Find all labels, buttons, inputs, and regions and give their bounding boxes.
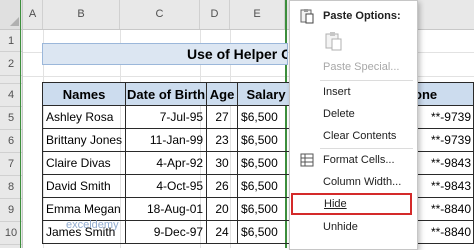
cell-salary[interactable]: $6,500 <box>237 128 296 152</box>
cell-name[interactable]: Emma Megan <box>41 197 127 221</box>
row-header-9[interactable]: 9 <box>0 199 22 222</box>
cell-name[interactable]: David Smith <box>41 174 127 198</box>
header-names[interactable]: Names <box>41 82 127 106</box>
row-header-6[interactable]: 6 <box>0 130 22 153</box>
row-header-10[interactable]: 10 <box>0 222 22 245</box>
column-header-b[interactable]: B <box>43 0 120 29</box>
cell-salary[interactable]: $6,500 <box>237 174 296 198</box>
column-header-e[interactable]: E <box>230 0 285 29</box>
cell-age[interactable]: 27 <box>206 105 239 129</box>
format-cells-item[interactable]: Format Cells... <box>290 149 415 171</box>
insert-item[interactable]: Insert <box>290 81 415 103</box>
table-row: Claire Divas 4-Apr-92 30 $6,500 <box>41 151 296 175</box>
cell-dob[interactable]: 9-Dec-97 <box>125 220 208 244</box>
cell-age[interactable]: 26 <box>206 174 239 198</box>
cell-salary[interactable]: $6,500 <box>237 197 296 221</box>
delete-item[interactable]: Delete <box>290 103 415 125</box>
row-header-4[interactable]: 4 <box>0 84 22 107</box>
salary-value: 6,500 <box>247 202 278 216</box>
cell-name[interactable]: Claire Divas <box>41 151 127 175</box>
cell-name[interactable]: Ashley Rosa <box>41 105 127 129</box>
clipboard-icon <box>299 8 315 24</box>
cell-dob[interactable]: 7-Jul-95 <box>125 105 208 129</box>
salary-value: 6,500 <box>247 179 278 193</box>
salary-value: 6,500 <box>247 133 278 147</box>
phone-column: one **-9739 **-9739 **-9843 **-9843 **-8840 *… <box>412 82 474 244</box>
row-header-7[interactable]: 7 <box>0 153 22 176</box>
cell-phone[interactable]: **-9739 <box>412 105 474 129</box>
hide-item[interactable]: Hide <box>291 193 412 215</box>
header-dob[interactable]: Date of Birth <box>125 82 208 106</box>
table-row: Brittany Jones 11-Jan-99 23 $6,500 <box>41 128 296 152</box>
row-header-1[interactable]: 1 <box>0 30 22 52</box>
cell-name[interactable]: Brittany Jones <box>41 128 127 152</box>
paste-options-label: Paste Options: <box>323 10 401 22</box>
header-age[interactable]: Age <box>206 82 239 106</box>
watermark-logo: exceldemy <box>66 219 119 231</box>
cell-age[interactable]: 23 <box>206 128 239 152</box>
salary-value: 6,500 <box>247 110 278 124</box>
cell-dob[interactable]: 4-Oct-95 <box>125 174 208 198</box>
paste-special-item[interactable]: Paste Special... <box>290 56 415 78</box>
row-header-8[interactable]: 8 <box>0 176 22 199</box>
cell-phone[interactable]: **-9843 <box>412 151 474 175</box>
cell-dob[interactable]: 18-Aug-01 <box>125 197 208 221</box>
currency-symbol: $ <box>241 156 248 170</box>
salary-value: 6,500 <box>247 156 278 170</box>
cell-salary[interactable]: $6,500 <box>237 151 296 175</box>
table-row: **-9843 <box>412 174 474 198</box>
cell-phone[interactable]: **-9739 <box>412 128 474 152</box>
column-header-d[interactable]: D <box>200 0 230 29</box>
cell-age[interactable]: 30 <box>206 151 239 175</box>
currency-symbol: $ <box>241 225 248 239</box>
format-cells-label: Format Cells... <box>323 154 395 166</box>
clear-contents-item[interactable]: Clear Contents <box>290 125 415 147</box>
column-width-item[interactable]: Column Width... <box>290 171 415 193</box>
cell-dob[interactable]: 4-Apr-92 <box>125 151 208 175</box>
table-row: **-9739 <box>412 128 474 152</box>
cell-phone[interactable]: **-8840 <box>412 197 474 221</box>
cell-age[interactable]: 24 <box>206 220 239 244</box>
selected-column-border-a <box>20 0 21 248</box>
currency-symbol: $ <box>241 133 248 147</box>
paste-clipboard-icon[interactable] <box>323 31 343 51</box>
cell-salary[interactable]: $6,500 <box>237 105 296 129</box>
paste-options-header: Paste Options: <box>290 5 415 27</box>
row-header-2[interactable]: 2 <box>0 52 22 76</box>
table-row: **-8840 <box>412 220 474 244</box>
column-header-a[interactable]: A <box>23 0 43 29</box>
table-row: **-9739 <box>412 105 474 129</box>
table-title[interactable]: Use of Helper Colu <box>42 43 288 65</box>
cell-phone[interactable]: **-9843 <box>412 174 474 198</box>
cell-salary[interactable]: $6,500 <box>237 220 296 244</box>
header-salary[interactable]: Salary <box>237 82 296 106</box>
salary-value: 6,500 <box>247 225 278 239</box>
row-header-3[interactable]: 3 <box>0 76 22 84</box>
table-row: **-9843 <box>412 151 474 175</box>
header-phone[interactable]: one <box>412 82 474 106</box>
cell-phone[interactable]: **-8840 <box>412 220 474 244</box>
cell-age[interactable]: 20 <box>206 197 239 221</box>
unhide-item[interactable]: Unhide <box>290 216 415 238</box>
table-row: David Smith 4-Oct-95 26 $6,500 <box>41 174 296 198</box>
currency-symbol: $ <box>241 110 248 124</box>
table-row: **-8840 <box>412 197 474 221</box>
column-header-c[interactable]: C <box>120 0 200 29</box>
hide-label: Hide <box>324 198 347 210</box>
row-header-5[interactable]: 5 <box>0 107 22 130</box>
table-row: Emma Megan 18-Aug-01 20 $6,500 <box>41 197 296 221</box>
format-cells-icon <box>299 152 315 168</box>
currency-symbol: $ <box>241 202 248 216</box>
table-row: Ashley Rosa 7-Jul-95 27 $6,500 <box>41 105 296 129</box>
currency-symbol: $ <box>241 179 248 193</box>
cell-dob[interactable]: 11-Jan-99 <box>125 128 208 152</box>
context-menu: Paste Options: Paste Special... Insert D… <box>289 0 418 250</box>
